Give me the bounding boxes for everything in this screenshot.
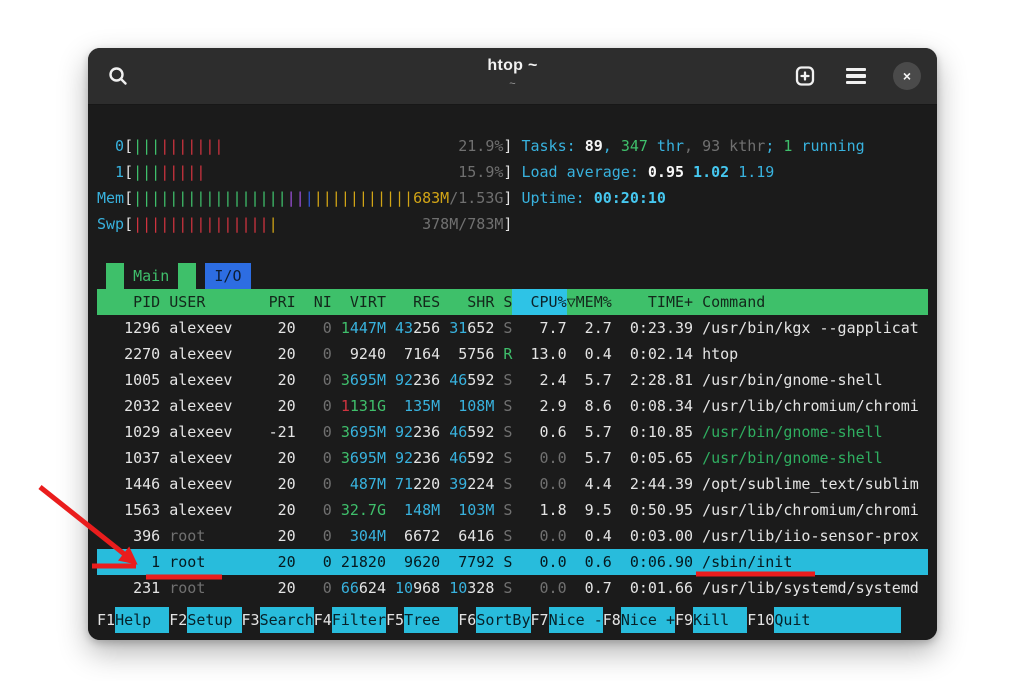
menu-button[interactable] [843,63,869,89]
fkey-setup-button[interactable]: Setup [187,607,241,633]
titlebar: htop ~ ~ × [88,48,937,105]
function-key-bar: F1Help F2Setup F3SearchF4FilterF5Tree F6… [97,607,928,633]
spacer-line [97,237,928,263]
fkey-nice-minus-button[interactable]: Nice - [549,607,603,633]
fkey-f6-label: F6 [458,607,476,633]
fkey-help-button[interactable]: Help [115,607,169,633]
tab-main[interactable]: Main [124,263,178,289]
process-row-231[interactable]: 231 root 20 0 66624 10968 10328 S 0.0 0.… [97,575,928,601]
fkey-filter-button[interactable]: Filter [332,607,386,633]
fkey-search-button[interactable]: Search [260,607,314,633]
fkey-f10-label: F10 [747,607,774,633]
fkey-kill-button[interactable]: Kill [693,607,747,633]
screen-tabs: Main I/O [97,263,928,289]
meter-row-cpu1-load: 1[|||||||| 15.9%] Load average: 0.95 1.0… [97,159,928,185]
fkey-f8-label: F8 [603,607,621,633]
close-icon: × [903,69,911,83]
process-row-1029[interactable]: 1029 alexeev -21 0 3695M 92236 46592 S 0… [97,419,928,445]
tab-main-edge [106,263,124,289]
hamburger-icon [846,68,866,72]
process-row-1-selected[interactable]: 1 root 20 0 21820 9620 7792 S 0.0 0.6 0:… [97,549,928,575]
fkey-f4-label: F4 [314,607,332,633]
tab-main-edge [178,263,196,289]
console-window: htop ~ ~ × 0[|||||||||| 21.9%] Tasks: 8 [88,48,937,640]
new-tab-icon [794,65,816,87]
tab-io[interactable]: I/O [205,263,250,289]
fkey-f7-label: F7 [531,607,549,633]
meter-row-swp: Swp[|||||||||||||||| 378M/783M] [97,211,928,237]
meter-row-cpu0-tasks: 0[|||||||||| 21.9%] Tasks: 89, 347 thr, … [97,133,928,159]
fkey-f1-label: F1 [97,607,115,633]
fkey-f3-label: F3 [242,607,260,633]
fkey-tree-button[interactable]: Tree [404,607,458,633]
fkey-sortby-button[interactable]: SortBy [476,607,530,633]
new-tab-button[interactable] [791,62,819,90]
process-row-1296[interactable]: 1296 alexeev 20 0 1447M 43256 31652 S 7.… [97,315,928,341]
fkey-quit-button[interactable]: Quit [774,607,900,633]
fkey-f9-label: F9 [675,607,693,633]
desktop-background: htop ~ ~ × 0[|||||||||| 21.9%] Tasks: 8 [0,0,1009,681]
process-row-1446[interactable]: 1446 alexeev 20 0 487M 71220 39224 S 0.0… [97,471,928,497]
process-row-396[interactable]: 396 root 20 0 304M 6672 6416 S 0.0 0.4 0… [97,523,928,549]
meter-row-mem-uptime: Mem[|||||||||||||||||||||||||||||||683M/… [97,185,928,211]
fkey-f5-label: F5 [386,607,404,633]
process-row-1563[interactable]: 1563 alexeev 20 0 32.7G 148M 103M S 1.8 … [97,497,928,523]
close-button[interactable]: × [893,62,921,90]
process-row-2270[interactable]: 2270 alexeev 20 0 9240 7164 5756 R 13.0 … [97,341,928,367]
header-col-cpu-sort[interactable]: CPU% [512,289,566,315]
fkey-nice-plus-button[interactable]: Nice + [621,607,675,633]
process-row-2032[interactable]: 2032 alexeev 20 0 1131G 135M 108M S 2.9 … [97,393,928,419]
table-header[interactable]: PID USER PRI NI VIRT RES SHR S CPU%▽MEM%… [97,289,928,315]
fkey-f2-label: F2 [169,607,187,633]
header-columns-right[interactable]: ▽MEM% TIME+ Command [567,289,766,315]
process-row-1005[interactable]: 1005 alexeev 20 0 3695M 92236 46592 S 2.… [97,367,928,393]
process-row-1037[interactable]: 1037 alexeev 20 0 3695M 92236 46592 S 0.… [97,445,928,471]
header-columns[interactable]: PID USER PRI NI VIRT RES SHR S [97,289,512,315]
terminal-screen[interactable]: 0[|||||||||| 21.9%] Tasks: 89, 347 thr, … [88,105,937,640]
